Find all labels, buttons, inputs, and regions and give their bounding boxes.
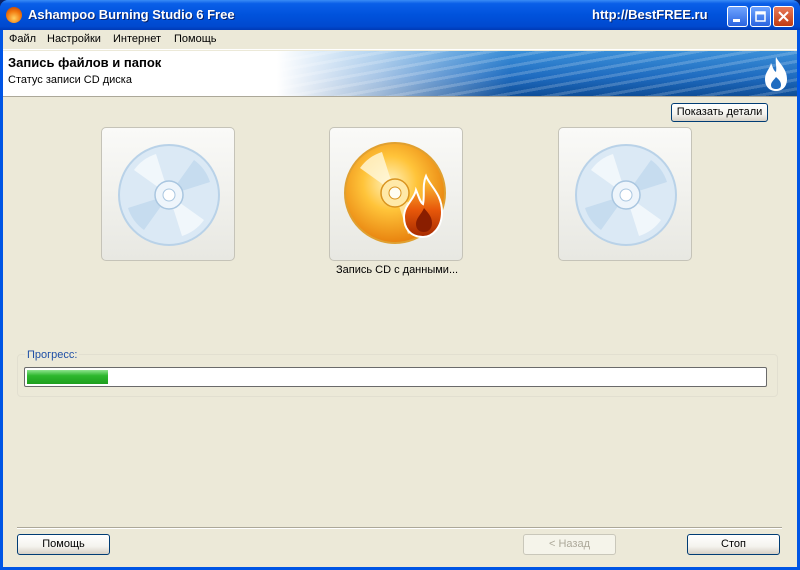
menu-bar: Файл Настройки Интернет Помощь [3, 30, 797, 50]
minimize-icon [733, 19, 740, 22]
app-icon[interactable] [6, 7, 22, 23]
step-burn-card [329, 127, 463, 261]
active-step-caption: Запись CD с данными... [336, 264, 459, 276]
title-bar[interactable]: Ashampoo Burning Studio 6 Free http://Be… [0, 0, 800, 30]
header-banner [277, 51, 797, 96]
menu-internet[interactable]: Интернет [113, 33, 161, 45]
menu-help[interactable]: Помощь [174, 33, 217, 45]
maximize-button[interactable] [750, 6, 771, 27]
burning-disc-icon [344, 142, 446, 244]
page-header: Запись файлов и папок Статус записи CD д… [3, 51, 797, 97]
show-details-button[interactable]: Показать детали [671, 103, 768, 122]
maximize-icon [755, 11, 766, 22]
menu-settings[interactable]: Настройки [47, 33, 101, 45]
close-icon [778, 11, 789, 22]
page-subtitle: Статус записи CD диска [8, 74, 132, 86]
close-button[interactable] [773, 6, 794, 27]
step-prepare-card [101, 127, 235, 261]
back-button[interactable]: < Назад [523, 534, 616, 555]
page-title: Запись файлов и папок [8, 55, 162, 70]
bottom-separator [17, 527, 782, 529]
disc-icon [575, 144, 677, 246]
minimize-button[interactable] [727, 6, 748, 27]
progress-bar [24, 367, 767, 387]
watermark-text: http://BestFREE.ru [592, 7, 708, 22]
step-finish-card [558, 127, 692, 261]
client-area: Файл Настройки Интернет Помощь Запись фа… [3, 30, 797, 567]
disc-icon [118, 144, 220, 246]
stop-button[interactable]: Стоп [687, 534, 780, 555]
flame-logo-icon [765, 57, 787, 91]
menu-file[interactable]: Файл [9, 33, 36, 45]
window-title: Ashampoo Burning Studio 6 Free [28, 7, 235, 22]
app-window: Ashampoo Burning Studio 6 Free http://Be… [0, 0, 800, 570]
progress-label: Прогресс: [25, 349, 80, 361]
progress-bar-fill [27, 370, 109, 384]
help-button[interactable]: Помощь [17, 534, 110, 555]
